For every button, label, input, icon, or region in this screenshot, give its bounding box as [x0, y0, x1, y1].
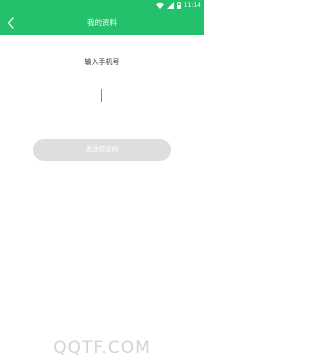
- status-icons: 11:14: [155, 1, 201, 10]
- status-bar: 11:14: [0, 0, 204, 11]
- phone-prompt-label: 输入手机号: [84, 58, 120, 66]
- phone-input[interactable]: [40, 82, 164, 110]
- watermark-text: QQTF.COM: [53, 338, 151, 358]
- screen: 11:14 我的资料 输入手机号 发送验证码 QQTF.COM: [0, 0, 204, 362]
- wifi-icon: [155, 2, 164, 9]
- battery-icon: [176, 2, 181, 9]
- send-code-button[interactable]: 发送验证码: [33, 139, 171, 161]
- nav-bar: 我的资料: [0, 11, 204, 35]
- status-time: 11:14: [183, 2, 201, 9]
- page-title: 我的资料: [87, 18, 117, 27]
- text-caret: [101, 89, 102, 102]
- signal-icon: [166, 2, 174, 9]
